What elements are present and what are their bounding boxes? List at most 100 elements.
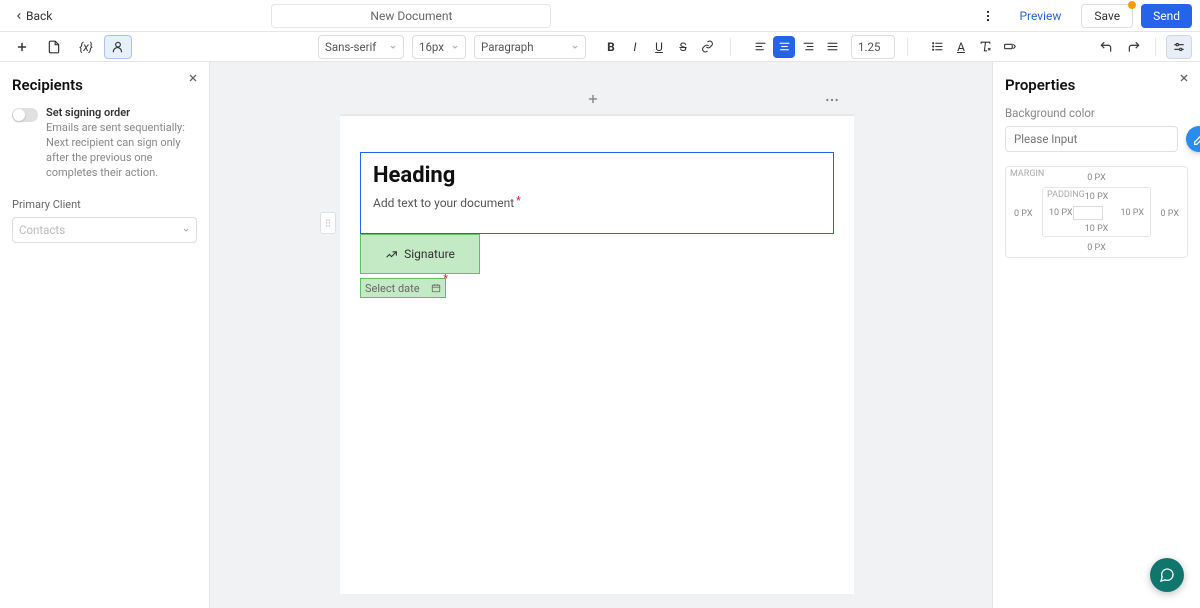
link-button[interactable]: [696, 36, 718, 58]
font-size-value: 16px: [419, 40, 444, 54]
field-icon: [1003, 40, 1016, 53]
format-toolbar: {x} Sans-serif 16px Paragraph B I U S: [0, 32, 1200, 62]
pencil-icon: [1193, 133, 1200, 146]
person-icon: [111, 40, 125, 54]
page-icon: [47, 40, 61, 54]
close-icon: [187, 72, 199, 84]
padding-bottom-value[interactable]: 10 PX: [1085, 224, 1109, 234]
date-field[interactable]: Select date *: [360, 278, 446, 298]
save-button[interactable]: Save: [1081, 4, 1133, 28]
margin-bottom-value[interactable]: 0 PX: [1087, 243, 1105, 253]
padding-top-value[interactable]: 10 PX: [1085, 192, 1109, 202]
align-justify-button[interactable]: [821, 36, 843, 58]
variable-button[interactable]: {x}: [72, 35, 100, 59]
text-color-button[interactable]: A: [950, 36, 972, 58]
chevron-down-icon: [182, 226, 190, 234]
body-text[interactable]: Add text to your document*: [373, 196, 821, 210]
more-vertical-icon: [981, 9, 995, 23]
align-right-button[interactable]: [797, 36, 819, 58]
align-center-button[interactable]: [773, 36, 795, 58]
drag-icon: [323, 216, 333, 230]
link-icon: [701, 40, 714, 53]
top-actions: Preview Save Send: [977, 4, 1192, 28]
signature-field[interactable]: Signature: [360, 234, 480, 274]
margin-label: MARGIN: [1010, 169, 1044, 179]
padding-right-value[interactable]: 10 PX: [1120, 208, 1144, 218]
close-properties-button[interactable]: [1178, 72, 1190, 84]
date-placeholder: Select date: [365, 282, 420, 295]
main-layout: Recipients Set signing order Emails are …: [0, 62, 1200, 608]
insert-field-button[interactable]: [998, 36, 1020, 58]
contacts-select[interactable]: Contacts: [12, 217, 197, 243]
recipients-button[interactable]: [104, 35, 132, 59]
strikethrough-button[interactable]: S: [672, 36, 694, 58]
font-size-select[interactable]: 16px: [412, 35, 466, 59]
send-button[interactable]: Send: [1141, 4, 1192, 28]
margin-right-value[interactable]: 0 PX: [1161, 209, 1179, 219]
redo-button[interactable]: [1123, 36, 1145, 58]
spacing-editor[interactable]: MARGIN 0 PX 0 PX 0 PX 0 PX PADDING 10 PX…: [1005, 166, 1188, 258]
required-marker-icon: *: [516, 194, 521, 207]
content-box: [1073, 206, 1103, 220]
bg-color-input[interactable]: [1005, 126, 1178, 152]
document-page[interactable]: Heading Add text to your document* Signa…: [340, 114, 854, 594]
block-type-select[interactable]: Paragraph: [474, 35, 586, 59]
close-icon: [1178, 72, 1190, 84]
clear-format-button[interactable]: [974, 36, 996, 58]
help-fab-button[interactable]: [1150, 558, 1184, 592]
editor-canvas: Heading Add text to your document* Signa…: [210, 62, 992, 608]
margin-top-value[interactable]: 0 PX: [1087, 173, 1105, 183]
preview-button[interactable]: Preview: [1007, 4, 1073, 28]
line-height-value: 1.25: [858, 40, 880, 54]
signing-order-label: Set signing order: [46, 106, 197, 119]
plus-icon: [586, 92, 600, 106]
line-height-select[interactable]: 1.25: [851, 35, 895, 59]
more-horizontal-icon: [824, 92, 840, 108]
font-family-select[interactable]: Sans-serif: [318, 35, 404, 59]
padding-left-value[interactable]: 10 PX: [1049, 208, 1073, 218]
recipients-panel: Recipients Set signing order Emails are …: [0, 62, 210, 608]
add-element-button[interactable]: [8, 35, 36, 59]
add-section-button[interactable]: [586, 92, 600, 106]
block-type-value: Paragraph: [481, 40, 534, 54]
block-drag-handle[interactable]: [320, 212, 336, 234]
back-button[interactable]: Back: [8, 5, 58, 27]
signature-icon: [385, 248, 398, 261]
close-recipients-button[interactable]: [187, 72, 199, 84]
align-right-icon: [802, 40, 815, 53]
undo-button[interactable]: [1095, 36, 1117, 58]
back-label: Back: [26, 9, 52, 23]
insert-tools: {x}: [8, 35, 132, 59]
text-block[interactable]: Heading Add text to your document*: [360, 152, 834, 234]
properties-panel: Properties Background color MARGIN 0 PX …: [992, 62, 1200, 608]
heading-text[interactable]: Heading: [373, 163, 821, 188]
page-menu-button[interactable]: [824, 92, 840, 108]
chevron-down-icon: [451, 43, 459, 51]
margin-left-value[interactable]: 0 PX: [1014, 209, 1032, 219]
align-center-icon: [778, 40, 791, 53]
signing-order-toggle[interactable]: [12, 108, 38, 122]
page-button[interactable]: [40, 35, 68, 59]
save-label: Save: [1094, 9, 1120, 23]
properties-toggle-button[interactable]: [1166, 35, 1192, 59]
document-title-input[interactable]: [271, 4, 551, 28]
list-icon: [931, 40, 944, 53]
required-marker-icon: *: [443, 272, 448, 285]
italic-button[interactable]: I: [624, 36, 646, 58]
bg-color-label: Background color: [1005, 106, 1188, 120]
bold-button[interactable]: B: [600, 36, 622, 58]
text-style-group: B I U S: [600, 36, 718, 58]
align-left-button[interactable]: [749, 36, 771, 58]
unsaved-indicator-icon: [1128, 1, 1136, 9]
properties-title: Properties: [1005, 76, 1188, 94]
signature-label: Signature: [404, 247, 455, 261]
padding-label: PADDING: [1047, 190, 1085, 200]
alignment-group: [749, 36, 843, 58]
recipients-title: Recipients: [12, 76, 197, 94]
list-button[interactable]: [926, 36, 948, 58]
underline-button[interactable]: U: [648, 36, 670, 58]
align-justify-icon: [826, 40, 839, 53]
chat-icon: [1159, 567, 1175, 583]
more-menu-button[interactable]: [977, 5, 999, 27]
bg-color-apply-button[interactable]: [1186, 126, 1200, 152]
